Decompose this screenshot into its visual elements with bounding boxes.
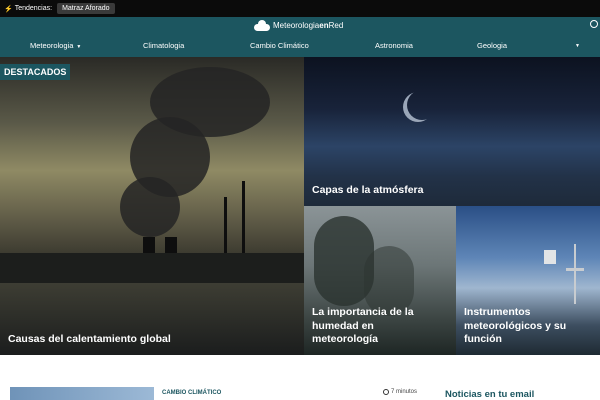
featured-tile-instrumentos[interactable]: Instrumentos meteorológicos y su función xyxy=(456,206,600,355)
tile-title[interactable]: Instrumentos meteorológicos y su función xyxy=(464,306,592,347)
read-time: 7 minutos xyxy=(383,389,417,395)
trending-bar: ⚡ Tendencias: Matraz Aforado xyxy=(0,0,600,17)
site-header: Meteorologia en Red Meteorologia ▼ Climatol… xyxy=(0,17,600,57)
chevron-down-icon: ▼ xyxy=(76,44,82,50)
smoke-shape xyxy=(120,177,180,237)
article-category[interactable]: CAMBIO CLIMÁTICO xyxy=(162,390,221,396)
weather-station-pole xyxy=(574,244,576,304)
featured-badge: DESTACADOS xyxy=(0,64,71,80)
cloud-icon xyxy=(254,20,270,31)
nav-item-geologia[interactable]: Geologia xyxy=(477,41,507,50)
search-icon[interactable] xyxy=(590,20,598,28)
newsletter-title: Noticias en tu email xyxy=(445,389,535,400)
nav-item-cambio-climatico[interactable]: Cambio Climático xyxy=(250,41,309,50)
chimney xyxy=(224,197,227,259)
weather-sensor-arm xyxy=(566,268,584,271)
article-thumbnail[interactable] xyxy=(10,387,154,400)
brand-part-3: Red xyxy=(328,21,344,30)
tile-title[interactable]: La importancia de la humedad en meteorol… xyxy=(312,306,437,347)
featured-tile-calentamiento[interactable]: DESTACADOS Causas del calentamiento glob… xyxy=(0,57,304,355)
nav-item-meteorologia[interactable]: Meteorologia ▼ xyxy=(30,41,81,50)
lightning-icon: ⚡ xyxy=(4,5,13,13)
moon-image xyxy=(407,90,437,120)
featured-tile-atmosfera[interactable]: Capas de la atmósfera xyxy=(304,57,600,206)
brand-part-2: en xyxy=(319,21,329,30)
main-nav: Meteorologia ▼ Climatologia Cambio Climát… xyxy=(0,39,600,55)
trending-tag[interactable]: Matraz Aforado xyxy=(57,3,115,14)
featured-tile-humedad[interactable]: La importancia de la humedad en meteorol… xyxy=(304,206,456,355)
featured-grid: DESTACADOS Causas del calentamiento glob… xyxy=(0,57,600,355)
clock-icon xyxy=(383,389,389,395)
site-logo[interactable]: Meteorologia en Red xyxy=(254,20,343,31)
brand-part-1: Meteorologia xyxy=(273,21,320,30)
tile-title[interactable]: Causas del calentamiento global xyxy=(8,333,298,347)
trending-label: Tendencias: xyxy=(14,5,53,12)
weather-sensor xyxy=(544,250,556,264)
read-time-label: 7 minutos xyxy=(391,389,418,395)
more-menu-chevron-icon[interactable]: ▼ xyxy=(575,43,580,49)
nav-item-label: Meteorologia xyxy=(30,41,74,50)
chimney xyxy=(242,181,245,259)
nav-item-climatologia[interactable]: Climatologia xyxy=(143,41,184,50)
article-list-section: CAMBIO CLIMÁTICO 7 minutos Noticias en t… xyxy=(0,355,600,400)
nav-item-astronomia[interactable]: Astronomia xyxy=(375,41,413,50)
tile-title[interactable]: Capas de la atmósfera xyxy=(312,184,592,198)
shoreline xyxy=(0,253,304,283)
